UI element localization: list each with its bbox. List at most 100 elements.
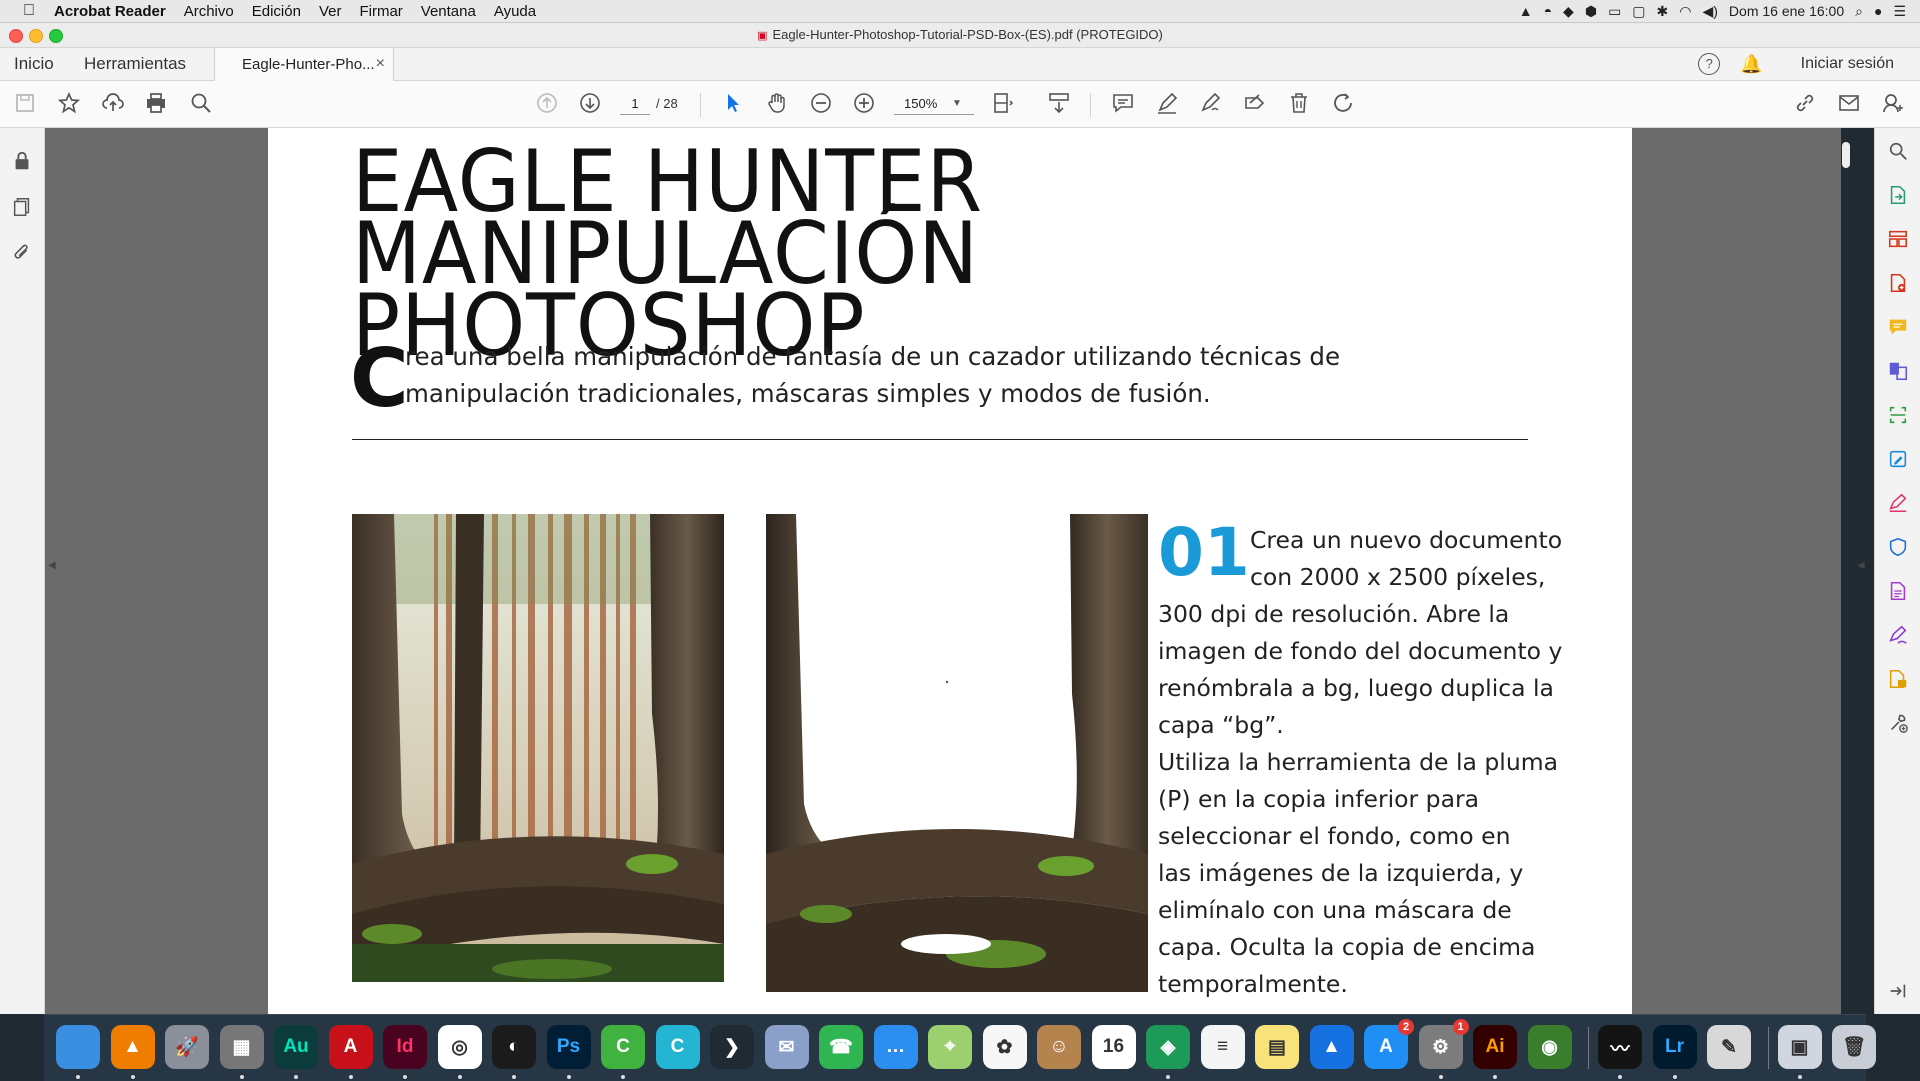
reminders-dock-icon[interactable]: ≡ [1200,1025,1245,1069]
hand-tool-icon[interactable] [764,91,790,117]
bookmark-star-icon[interactable] [56,91,82,117]
canva-dock-icon[interactable]: C [655,1025,700,1069]
screen-mirroring-icon[interactable]: ▢ [1632,3,1645,20]
highlight-pen-icon[interactable] [1154,91,1180,117]
vertical-scrollbar-thumb[interactable] [1842,142,1850,168]
shield-icon[interactable]: ⬢ [1585,3,1597,20]
tab-document[interactable]: Eagle-Hunter-Pho... × [214,48,394,81]
close-tab-button[interactable]: × [376,55,385,73]
comment-icon[interactable] [1110,91,1136,117]
sign-in-link[interactable]: Iniciar sesión [1801,55,1894,73]
compare-icon[interactable] [1887,360,1909,382]
zoom-out-icon[interactable] [808,91,834,117]
menu-app-name[interactable]: Acrobat Reader [54,3,166,20]
bluetooth-icon[interactable]: ✱ [1657,3,1669,20]
indesign-dock-icon[interactable]: Id [383,1025,427,1069]
protect-shield-icon[interactable] [1887,536,1909,558]
print-icon[interactable] [143,91,169,117]
lightroom-dock-icon[interactable]: Lr [1652,1025,1697,1069]
document-viewer[interactable]: EAGLE HUNTER MANIPULACIÓN PHOTOSHOP C re… [45,128,1841,1014]
vlc-dock-icon[interactable]: ▲ [110,1025,155,1069]
photoshop-dock-icon[interactable]: Ps [546,1025,591,1069]
next-page-icon[interactable] [577,91,603,117]
collapse-left-panel-icon[interactable]: ◀ [48,560,56,571]
display-icon[interactable]: ▭ [1608,3,1621,20]
creative-cloud-icon[interactable]: ◓ [1544,3,1552,19]
save-icon[interactable] [12,91,38,117]
volume-icon[interactable]: ◀) [1702,3,1717,20]
scan-ocr-icon[interactable] [1887,404,1909,426]
zoom-search-icon[interactable] [1887,140,1909,162]
fill-and-sign-icon[interactable] [1887,492,1909,514]
messages-dock-icon[interactable]: … [873,1025,918,1069]
collapse-tools-icon[interactable] [1887,980,1909,1002]
spotlight-icon[interactable]: ⌕ [1855,3,1863,20]
rob-app-dock-icon[interactable]: ◉ [1527,1025,1572,1069]
contacts-dock-icon[interactable]: ☺ [1037,1025,1081,1069]
email-icon[interactable] [1836,91,1862,117]
trash-dock-icon[interactable]: 🗑 [1832,1025,1876,1069]
notes-dock-icon[interactable]: ▤ [1255,1025,1299,1069]
add-user-icon[interactable] [1880,91,1906,117]
mail-stamp-dock-icon[interactable]: ✉ [764,1025,809,1069]
zoom-in-icon[interactable] [851,91,877,117]
attachment-icon[interactable] [10,242,34,266]
finder-dock-icon[interactable] [56,1025,100,1069]
wifi-icon[interactable]: ◠ [1679,3,1691,20]
activity-monitor-dock-icon[interactable]: 〰 [1598,1025,1642,1069]
calendar-dock-icon[interactable]: 16 [1091,1025,1136,1069]
menu-edicion[interactable]: Edición [252,3,301,20]
chrome-dock-icon[interactable]: ◎ [437,1025,482,1069]
facetime-dock-icon[interactable]: ☎ [819,1025,863,1069]
calculator-dock-icon[interactable]: ▦ [219,1025,264,1069]
illustrator-dock-icon[interactable]: Ai [1473,1025,1517,1069]
prepare-form-icon[interactable] [1887,580,1909,602]
collapse-right-panel-icon[interactable]: ◀ [1857,560,1865,571]
upload-cloud-icon[interactable] [100,91,126,117]
gpu-monitor-dock-icon[interactable]: ◐ [492,1025,536,1069]
green-app-dock-icon[interactable]: ◈ [1146,1025,1190,1069]
cursor-app-dock-icon[interactable]: C [601,1025,645,1069]
organize-pages-icon[interactable] [1887,228,1909,250]
select-pointer-icon[interactable] [720,91,746,117]
siri-icon[interactable]: ● [1874,3,1882,19]
dropbox-icon[interactable]: ◆ [1563,3,1574,20]
help-icon[interactable]: ? [1698,53,1721,75]
export-pdf-icon[interactable] [1887,184,1909,206]
fill-sign-icon[interactable] [1242,91,1268,117]
page-number-input[interactable]: 1 [620,94,650,115]
menu-ayuda[interactable]: Ayuda [494,3,536,20]
rotate-icon[interactable] [1330,91,1356,117]
zoom-level-select[interactable]: 150% [894,94,974,115]
send-app-dock-icon[interactable]: ▲ [1309,1025,1354,1069]
send-for-review-icon[interactable] [1887,668,1909,690]
apple-icon[interactable]:  [18,2,40,20]
tab-tools[interactable]: Herramientas [84,54,186,74]
clock[interactable]: Dom 16 ene 16:00 [1729,3,1844,19]
page-fit-icon[interactable] [990,91,1016,117]
notifications-bell-icon[interactable]: 🔔 [1740,54,1762,75]
lock-icon[interactable] [10,150,34,174]
request-signature-icon[interactable] [1887,624,1909,646]
chevron-down-icon[interactable]: ▼ [952,94,962,114]
menu-ver[interactable]: Ver [319,3,342,20]
shortcut-app-dock-icon[interactable]: ❯ [710,1025,754,1069]
preview-dock-icon[interactable]: ▣ [1777,1025,1822,1069]
share-link-icon[interactable] [1792,91,1818,117]
maps-dock-icon[interactable]: ⌖ [928,1025,972,1069]
audition-dock-icon[interactable]: Au [274,1025,318,1069]
more-tools-icon[interactable] [1887,712,1909,734]
scroll-mode-icon[interactable] [1046,91,1072,117]
tab-home[interactable]: Inicio [14,54,54,74]
script-app-dock-icon[interactable]: ✎ [1707,1025,1751,1069]
edit-pdf-icon[interactable] [1887,448,1909,470]
control-center-icon[interactable]: ☰ [1893,3,1906,20]
previous-page-icon[interactable] [534,91,560,117]
acrobat-dock-icon[interactable]: A [328,1025,373,1069]
delete-icon[interactable] [1286,91,1312,117]
page-thumbnails-icon[interactable] [10,196,34,220]
launchpad-dock-icon[interactable]: 🚀 [165,1025,209,1069]
create-pdf-icon[interactable] [1887,272,1909,294]
menu-archivo[interactable]: Archivo [184,3,234,20]
comment-tool-icon[interactable] [1887,316,1909,338]
